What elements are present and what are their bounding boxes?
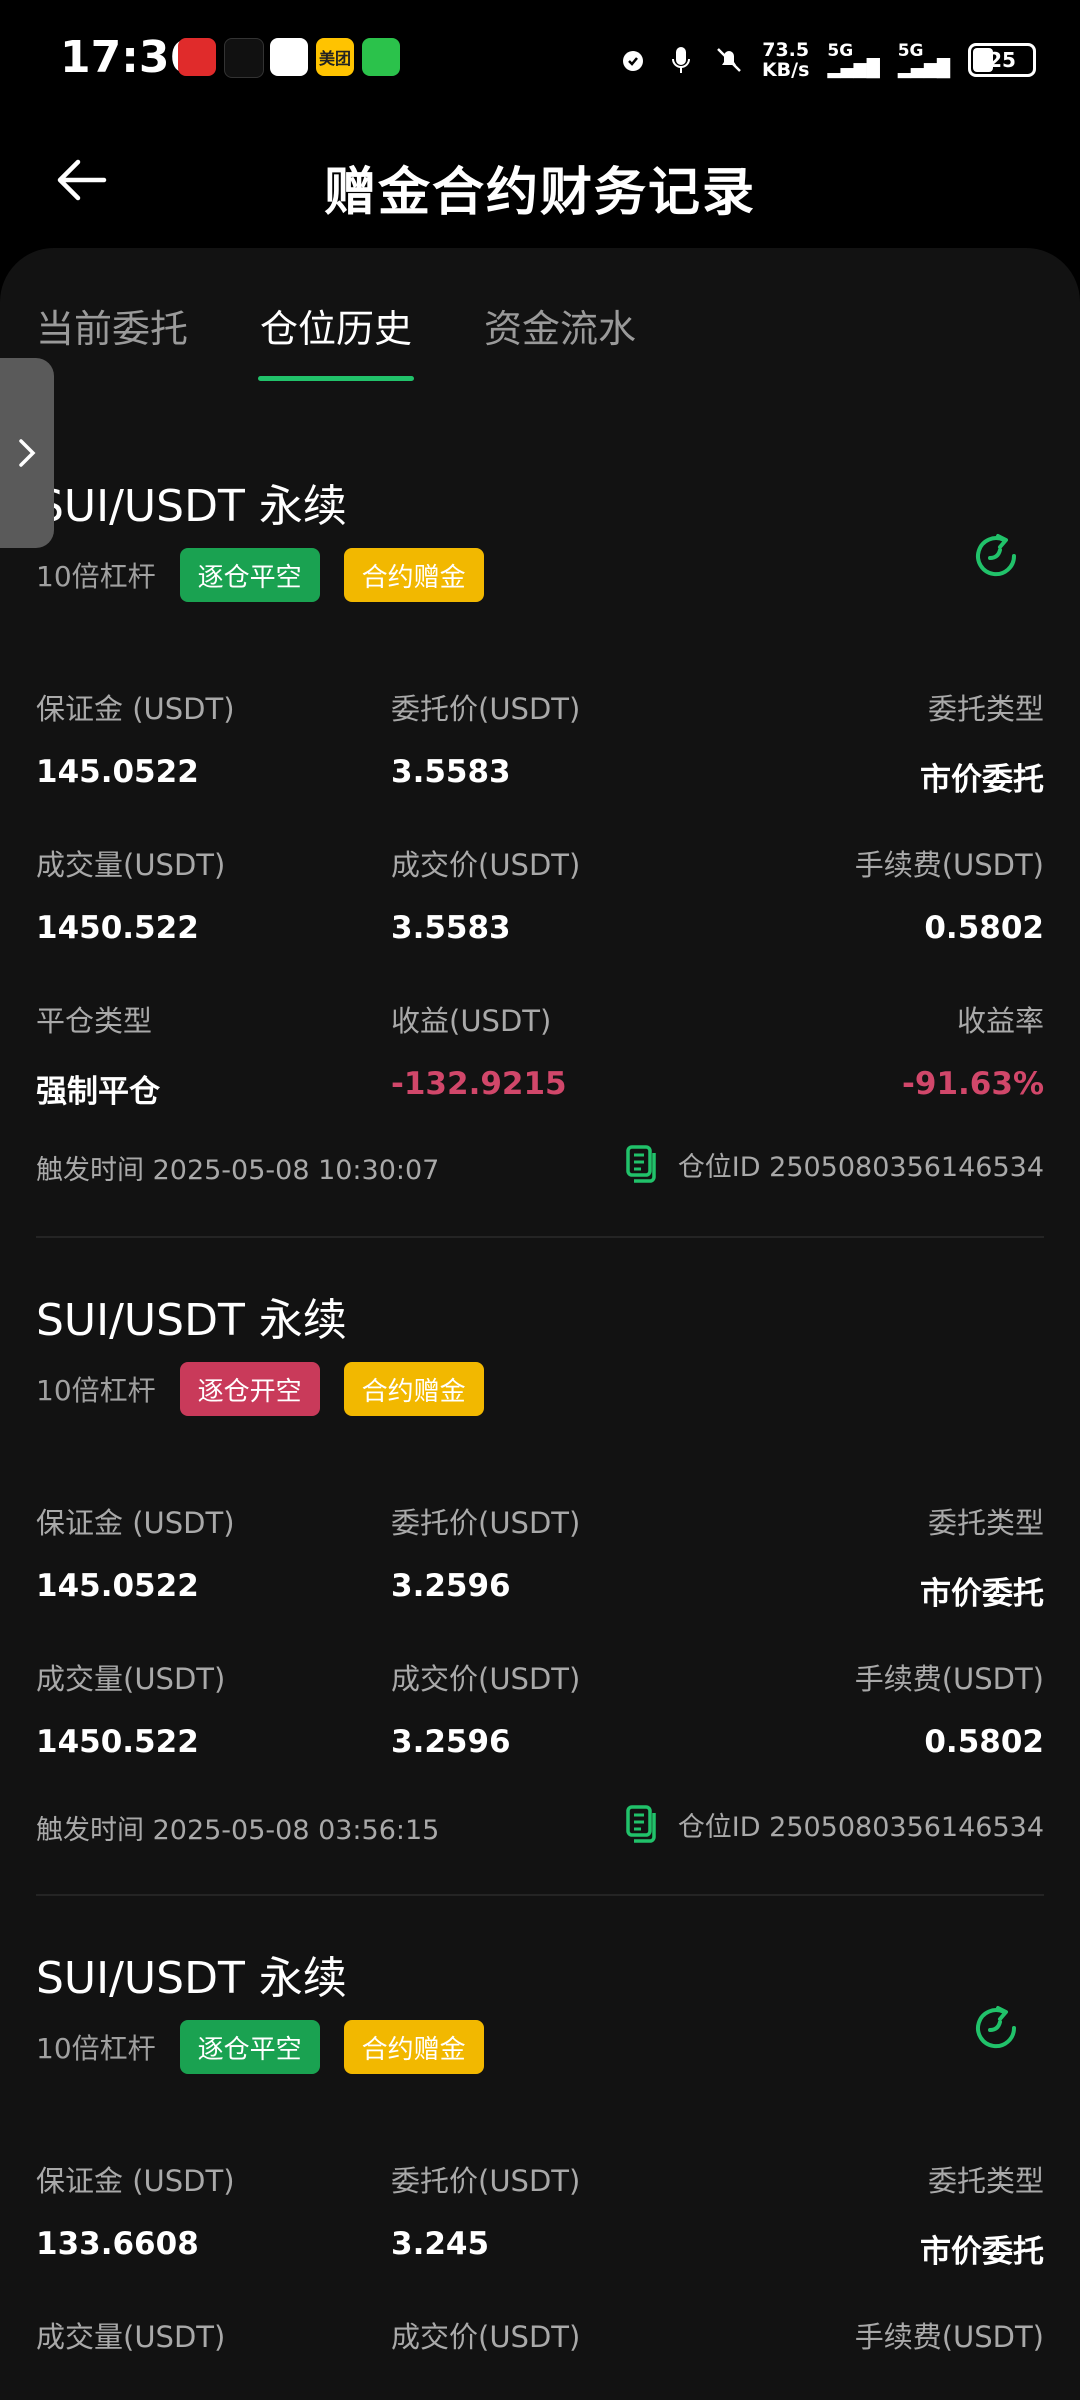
record-title: SUI/USDT 永续 [36,1953,347,2004]
position-record: SUI/USDT 永续 10倍杠杆 逐仓开空 合约赠金 保证金 (USDT) 14… [36,1284,1044,1846]
position-record: SUI/USDT 永续 10倍杠杆 逐仓平空 合约赠金 保证金 (USDT) 13… [36,1942,1044,2354]
margin-label: 保证金 (USDT) [36,2164,235,2198]
close-type-value: 强制平仓 [36,1074,160,1110]
trigger-time: 触发时间 2025-05-08 03:56:15 [36,1815,440,1846]
tab-fund-flow[interactable]: 资金流水 [484,298,636,381]
detail-row: 成交量(USDT) 1450.522 成交价(USDT) 3.2596 手续费(US… [36,1656,1044,1812]
bonus-tag-badge: 合约赠金 [343,548,484,602]
detail-row: 保证金 (USDT) 145.0522 委托价(USDT) 3.5583 委托类型市… [36,686,1044,842]
fee-label: 手续费(USDT) [854,848,1044,882]
fee-label: 手续费(USDT) [854,1662,1044,1696]
order-price-value: 3.245 [391,2226,490,2262]
pnl-label: 收益(USDT) [391,1004,552,1038]
side-badge: 逐仓平空 [179,548,320,602]
deal-price-value: 3.5583 [391,910,511,946]
order-type-value: 市价委托 [920,2234,1044,2270]
battery-icon: 25 [968,43,1036,77]
position-record: SUI/USDT 永续 10倍杠杆 逐仓平空 合约赠金 保证金 (USDT) 14… [36,470,1044,1186]
status-bar: 17:36 美团 73.5 KB/s 5G ▂▄▆█ 5G ▂▄▆█ 25 [0,0,1080,120]
volume-value: 1450.522 [36,1724,199,1760]
leverage-label: 10倍杠杆 [36,560,156,593]
volume-value: 1450.522 [36,910,199,946]
netease-music-app-icon [178,38,216,76]
bonus-tag-badge: 合约赠金 [343,2020,484,2074]
position-id[interactable]: 仓位ID 2505080356146534 [624,1804,1044,1844]
margin-label: 保证金 (USDT) [36,692,235,726]
order-type-label: 委托类型 [927,1506,1044,1540]
page-title: 赠金合约财务记录 [323,163,756,223]
order-price-value: 3.2596 [391,1568,511,1604]
copy-icon [626,1145,656,1183]
detail-row: 保证金 (USDT) 145.0522 委托价(USDT) 3.2596 委托类型市… [36,1500,1044,1656]
divider [36,1894,1044,1896]
signal-sim2: 5G ▂▄▆█ [897,41,950,79]
microphone-icon [666,45,696,75]
app-header: 赠金合约财务记录 [0,120,1080,250]
side-badge: 逐仓开空 [179,1362,320,1416]
deal-price-label: 成交价(USDT) [391,1662,581,1696]
margin-value: 145.0522 [36,754,199,790]
order-price-label: 委托价(USDT) [391,692,581,726]
refresh-icon[interactable] [968,2000,1024,2056]
fee-label: 手续费(USDT) [854,2320,1044,2354]
tiktok-app-icon [224,38,264,78]
meituan-app-icon: 美团 [316,38,354,76]
trigger-time: 触发时间 2025-05-08 10:30:07 [36,1155,440,1186]
volume-label: 成交量(USDT) [36,848,226,882]
wechat-app-icon [362,38,400,76]
main-panel: 当前委托 仓位历史 资金流水 SUI/USDT 永续 10倍杠杆 逐仓平空 合约… [0,248,1080,2400]
order-type-value: 市价委托 [920,1576,1044,1612]
order-price-value: 3.5583 [391,754,511,790]
volume-label: 成交量(USDT) [36,1662,226,1696]
roi-label: 收益率 [956,1004,1044,1038]
margin-label: 保证金 (USDT) [36,1506,235,1540]
deal-price-label: 成交价(USDT) [391,2320,581,2354]
order-type-label: 委托类型 [927,692,1044,726]
detail-row: 成交量(USDT) 成交价(USDT) 手续费(USDT) [36,2314,1044,2400]
order-type-label: 委托类型 [927,2164,1044,2198]
pnl-value: -132.9215 [391,1066,567,1102]
divider [36,1236,1044,1238]
position-id-text: 仓位ID 2505080356146534 [677,1811,1044,1843]
bonus-tag-badge: 合约赠金 [343,1362,484,1416]
side-drawer-handle[interactable] [0,358,54,548]
order-price-label: 委托价(USDT) [391,1506,581,1540]
detail-row: 保证金 (USDT) 133.6608 委托价(USDT) 3.245 委托类型市价… [36,2158,1044,2314]
roi-value: -91.63% [902,1066,1044,1102]
leverage-label: 10倍杠杆 [36,1374,156,1407]
tab-bar: 当前委托 仓位历史 资金流水 [36,298,636,381]
refresh-icon[interactable] [968,528,1024,584]
qq-app-icon [270,38,308,76]
signal-sim1: 5G ▂▄▆█ [827,41,880,79]
margin-value: 133.6608 [36,2226,199,2262]
chevron-right-icon [19,439,36,467]
alarm-icon [618,45,648,75]
detail-row: 平仓类型强制平仓 收益(USDT) -132.9215 收益率 -91.63% [36,998,1044,1154]
side-badge: 逐仓平空 [179,2020,320,2074]
mute-icon [714,45,744,75]
detail-row: 成交量(USDT) 1450.522 成交价(USDT) 3.5583 手续费(US… [36,842,1044,998]
tab-current-orders[interactable]: 当前委托 [36,298,188,381]
fee-value: 0.5802 [924,1724,1044,1760]
order-type-value: 市价委托 [920,762,1044,798]
deal-price-label: 成交价(USDT) [391,848,581,882]
order-price-label: 委托价(USDT) [391,2164,581,2198]
network-speed: 73.5 KB/s [761,39,810,81]
record-title: SUI/USDT 永续 [36,481,347,532]
leverage-label: 10倍杠杆 [36,2032,156,2065]
deal-price-value: 3.2596 [391,1724,511,1760]
position-id-text: 仓位ID 2505080356146534 [677,1151,1044,1183]
close-type-label: 平仓类型 [36,1004,153,1038]
fee-value: 0.5802 [924,910,1044,946]
position-id[interactable]: 仓位ID 2505080356146534 [624,1144,1044,1184]
tab-position-history[interactable]: 仓位历史 [258,298,415,381]
copy-icon [626,1805,656,1843]
volume-label: 成交量(USDT) [36,2320,226,2354]
margin-value: 145.0522 [36,1568,199,1604]
record-title: SUI/USDT 永续 [36,1295,347,1346]
